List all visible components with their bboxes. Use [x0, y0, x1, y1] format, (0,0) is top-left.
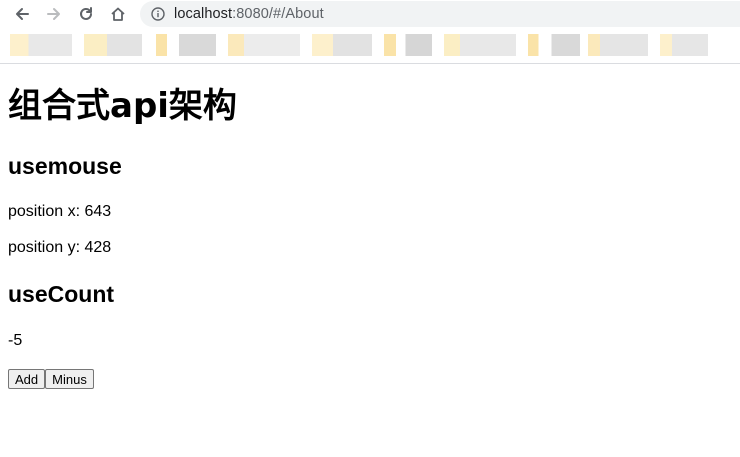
forward-button[interactable] [42, 2, 66, 26]
url-text: localhost:8080/#/About [174, 6, 324, 22]
arrow-right-icon [47, 8, 60, 20]
usemouse-heading: usemouse [8, 153, 122, 179]
usecount-heading: useCount [8, 281, 115, 307]
browser-toolbar: localhost:8080/#/About [0, 0, 740, 28]
back-button[interactable] [10, 2, 34, 26]
page-title: 组合式api架构 [8, 86, 237, 126]
bookmark-item[interactable] [660, 34, 708, 56]
count-buttons: Add Minus [8, 369, 94, 389]
home-icon [111, 7, 125, 21]
bookmark-item[interactable] [84, 34, 142, 56]
add-button[interactable]: Add [8, 369, 46, 389]
position-x-text: position x: 643 [8, 203, 112, 220]
bookmark-item[interactable] [444, 34, 516, 56]
reload-button[interactable] [74, 2, 98, 26]
url-host: localhost [174, 6, 233, 22]
info-icon[interactable] [150, 6, 166, 22]
bookmark-item[interactable] [312, 34, 372, 56]
position-y-text: position y: 428 [8, 239, 112, 256]
bookmark-item[interactable] [588, 34, 648, 56]
toolbar-divider [0, 63, 740, 64]
arrow-left-icon [16, 8, 29, 20]
minus-button[interactable]: Minus [45, 369, 94, 389]
address-bar[interactable]: localhost:8080/#/About [140, 1, 740, 27]
bookmark-item[interactable] [528, 34, 580, 56]
bookmark-item[interactable] [384, 34, 432, 56]
count-value: -5 [8, 332, 23, 349]
bookmark-item[interactable] [228, 34, 300, 56]
url-path: :8080/#/About [232, 6, 324, 22]
bookmark-item[interactable] [156, 34, 216, 56]
bookmark-item[interactable] [10, 34, 72, 56]
reload-icon [80, 7, 92, 20]
home-button[interactable] [106, 2, 130, 26]
bookmarks-bar [0, 30, 740, 62]
